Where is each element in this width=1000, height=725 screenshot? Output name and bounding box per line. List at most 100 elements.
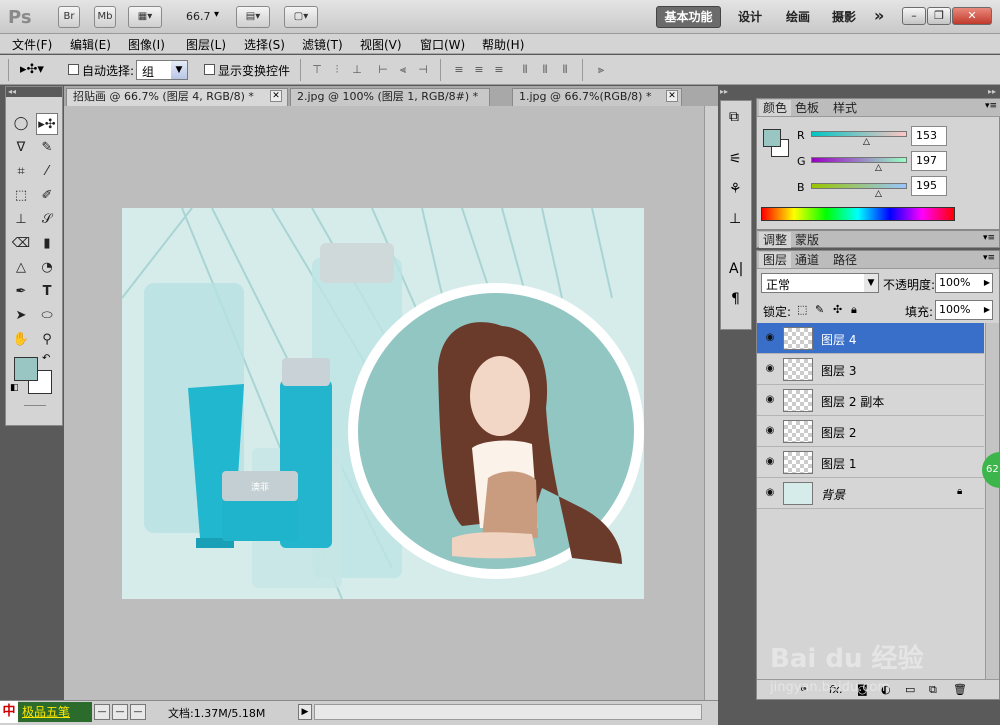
lock-position-icon[interactable]: ✣ xyxy=(833,303,842,316)
distribute-vcenter-icon[interactable]: ≡ xyxy=(472,64,486,76)
distribute-left-icon[interactable]: ⦀ xyxy=(518,64,532,76)
vertical-scrollbar[interactable] xyxy=(704,106,718,700)
tab-2-jpg[interactable]: 2.jpg @ 100% (图层 1, RGB/8#) * xyxy=(290,88,490,106)
tool-presets-icon[interactable]: ⊥ xyxy=(729,211,741,227)
character-panel-icon[interactable]: A| xyxy=(729,261,743,277)
status-menu-arrow-icon[interactable]: ▶ xyxy=(298,704,312,720)
close-button[interactable]: ✕ xyxy=(952,7,992,25)
tab-masks[interactable]: 蒙版 xyxy=(795,232,819,248)
workspace-photography[interactable]: 摄影 xyxy=(832,8,856,25)
layer-row[interactable]: ◉ 背景 🔒︎ xyxy=(757,478,984,509)
workspace-design[interactable]: 设计 xyxy=(738,8,762,25)
menu-file[interactable]: 文件(F) xyxy=(12,36,52,53)
eye-icon[interactable]: ◉ xyxy=(763,332,777,344)
layer-row[interactable]: ◉ 图层 2 副本 xyxy=(757,385,984,416)
ime-name[interactable]: 极品五笔 xyxy=(18,702,92,722)
align-bottom-icon[interactable]: ⊥ xyxy=(350,64,364,76)
ime-button-3[interactable]: — xyxy=(130,704,146,720)
minimize-button[interactable]: – xyxy=(902,7,926,25)
fill-arrow-icon[interactable]: ▶ xyxy=(984,305,990,314)
bridge-button[interactable]: Br xyxy=(58,6,80,28)
align-vcenter-icon[interactable]: ⫶ xyxy=(330,64,344,76)
tab-adjustments[interactable]: 调整 xyxy=(759,232,792,248)
tab-color[interactable]: 颜色 xyxy=(759,100,792,116)
hand-tool-icon[interactable]: ✋ xyxy=(10,329,32,351)
menu-edit[interactable]: 编辑(E) xyxy=(70,36,111,53)
distribute-right-icon[interactable]: ⦀ xyxy=(558,64,572,76)
layer-row[interactable]: ◉ 图层 2 xyxy=(757,416,984,447)
opacity-input[interactable]: 100% ▶ xyxy=(935,273,993,293)
b-slider-thumb-icon[interactable]: △ xyxy=(875,189,882,199)
path-selection-icon[interactable]: ➤ xyxy=(10,305,32,327)
auto-select-checkbox[interactable] xyxy=(68,64,79,75)
default-colors-icon[interactable]: ◧ xyxy=(10,383,19,393)
quick-mask-icon[interactable] xyxy=(24,405,46,406)
paragraph-panel-icon[interactable]: ¶ xyxy=(731,291,740,307)
tab-styles[interactable]: 样式 xyxy=(833,100,857,116)
workspace-painting[interactable]: 绘画 xyxy=(786,8,810,25)
r-slider-thumb-icon[interactable]: △ xyxy=(863,137,870,147)
crop-tool-icon[interactable]: ⌗ xyxy=(10,161,32,183)
panel-menu-icon[interactable]: ▾≡ xyxy=(983,253,995,263)
distribute-bottom-icon[interactable]: ≡ xyxy=(492,64,506,76)
eye-icon[interactable]: ◉ xyxy=(763,394,777,406)
more-workspaces-icon[interactable]: » xyxy=(874,6,884,25)
view-extras-button[interactable]: ▦▾ xyxy=(128,6,162,28)
eye-icon[interactable]: ◉ xyxy=(763,456,777,468)
toolbox-collapse-icon[interactable]: ◂◂ xyxy=(6,87,62,97)
menu-image[interactable]: 图像(I) xyxy=(128,36,165,53)
brush-tool-icon[interactable]: ✐ xyxy=(36,185,58,207)
g-value-input[interactable]: 197 xyxy=(911,151,947,171)
gradient-tool-icon[interactable]: ▮ xyxy=(36,233,58,255)
foreground-color-swatch-front[interactable] xyxy=(14,357,38,381)
eye-icon[interactable]: ◉ xyxy=(763,425,777,437)
layers-scrollbar[interactable] xyxy=(985,323,999,693)
tab-layers[interactable]: 图层 xyxy=(759,252,792,268)
move-tool-icon[interactable]: ▸✣ xyxy=(36,113,58,135)
zoom-tool-icon[interactable]: ⚲ xyxy=(36,329,58,351)
blend-mode-select[interactable]: 正常 ▼ xyxy=(761,273,879,293)
tab-poster[interactable]: 招贴画 @ 66.7% (图层 4, RGB/8) * xyxy=(66,88,288,106)
blur-tool-icon[interactable]: △ xyxy=(10,257,32,279)
eye-icon[interactable]: ◉ xyxy=(763,487,777,499)
healing-brush-icon[interactable]: ⬚ xyxy=(10,185,32,207)
layer-row[interactable]: ◉ 图层 3 xyxy=(757,354,984,385)
eraser-tool-icon[interactable]: ⌫ xyxy=(10,233,32,255)
collapse-icons-icon[interactable]: ▸▸ xyxy=(720,86,752,100)
layer-row[interactable]: ◉ 图层 1 xyxy=(757,447,984,478)
marquee-tool-icon[interactable]: ◯ xyxy=(10,113,32,135)
horizontal-scrollbar[interactable] xyxy=(314,704,702,720)
pen-tool-icon[interactable]: ✒ xyxy=(10,281,32,303)
menu-filter[interactable]: 滤镜(T) xyxy=(302,36,343,53)
menu-window[interactable]: 窗口(W) xyxy=(420,36,465,53)
align-top-icon[interactable]: ⊤ xyxy=(310,64,324,76)
quick-select-tool-icon[interactable]: ✎ xyxy=(36,137,58,159)
b-value-input[interactable]: 195 xyxy=(911,176,947,196)
auto-select-dropdown[interactable]: 组 ▼ xyxy=(136,60,188,80)
align-left-icon[interactable]: ⊢ xyxy=(376,64,390,76)
tab-swatches[interactable]: 色板 xyxy=(795,100,819,116)
eyedropper-tool-icon[interactable]: ⁄ xyxy=(36,161,58,183)
delete-layer-icon[interactable]: 🗑︎ xyxy=(953,683,967,696)
tab-1-jpg[interactable]: 1.jpg @ 66.7%(RGB/8) * xyxy=(512,88,682,106)
g-slider[interactable] xyxy=(811,157,907,163)
auto-align-icon[interactable]: ⫸ xyxy=(594,64,608,76)
zoom-dropdown-icon[interactable]: ▾ xyxy=(214,9,219,20)
lock-transparency-icon[interactable]: ⬚ xyxy=(797,303,807,316)
screen-mode-button[interactable]: ▢▾ xyxy=(284,6,318,28)
lock-all-icon[interactable]: 🔒︎ xyxy=(851,303,857,317)
arrange-documents-button[interactable]: ▤▾ xyxy=(236,6,270,28)
history-brush-icon[interactable]: 𝒮 xyxy=(36,209,58,231)
minibridge-button[interactable]: Mb xyxy=(94,6,116,28)
color-fg-swatch-front[interactable] xyxy=(763,129,781,147)
panel-menu-icon[interactable]: ▾≡ xyxy=(983,233,995,243)
tab-paths[interactable]: 路径 xyxy=(833,252,857,268)
ellipse-tool-icon[interactable]: ⬭ xyxy=(36,305,58,327)
menu-help[interactable]: 帮助(H) xyxy=(482,36,524,53)
menu-select[interactable]: 选择(S) xyxy=(244,36,285,53)
brush-presets-icon[interactable]: ⚟ xyxy=(729,151,742,167)
ime-indicator[interactable]: 中 xyxy=(0,701,18,723)
move-tool-preset-icon[interactable]: ▸✣▾ xyxy=(20,62,44,77)
restore-button[interactable]: ❐ xyxy=(927,7,951,25)
dodge-tool-icon[interactable]: ◔ xyxy=(36,257,58,279)
